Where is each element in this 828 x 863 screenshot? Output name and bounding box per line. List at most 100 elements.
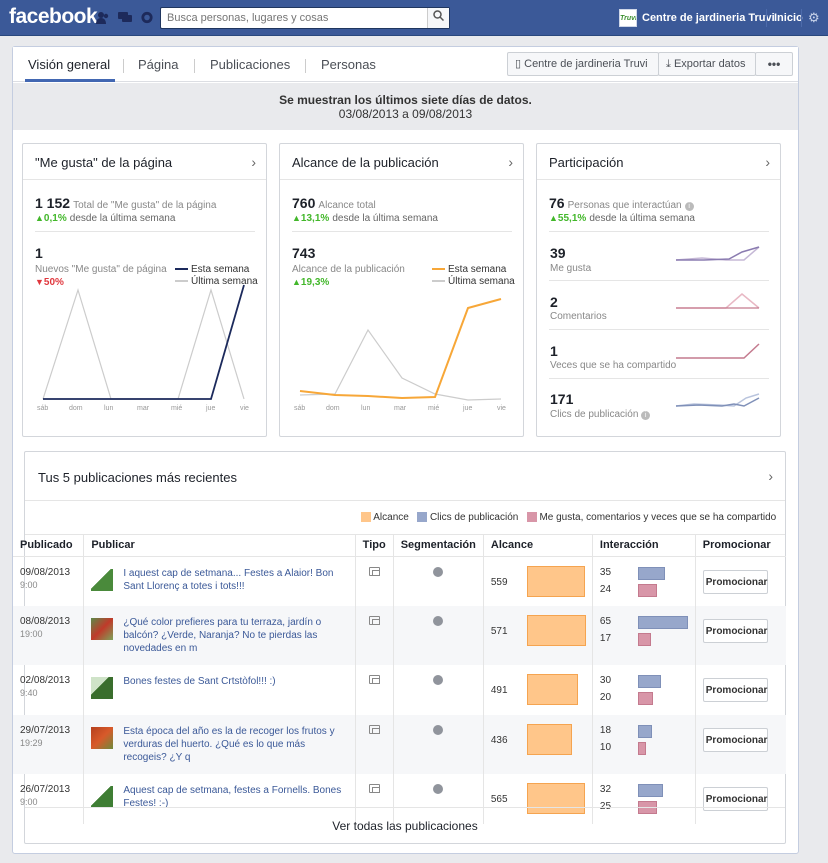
likes-metric-value: 39 [550,245,566,261]
cell-targeting [393,556,484,606]
status-type-icon [368,566,380,576]
tab-page[interactable]: Página [138,57,178,72]
public-globe-icon [433,566,444,577]
cell-type [355,665,394,715]
page-avatar[interactable]: Truvi [619,9,637,27]
post-thumbnail [91,727,114,749]
page-selector-button[interactable]: ▯ Centre de jardineria Truvi [507,52,659,76]
col-engagement[interactable]: Interacción [592,534,696,557]
col-promote[interactable]: Promocionar [695,534,786,557]
engaged-value: 76 [549,195,565,211]
post-link[interactable]: Esta época del año es la de recoger los … [91,725,347,764]
clicks-metric-label: Clics de publicación i [550,409,651,420]
post-link[interactable]: Bones festes de Sant Crtstòfol!!! :) [91,675,347,699]
post-thumbnail [91,786,114,808]
search-button[interactable] [427,8,449,28]
day-label: lun [104,405,114,412]
legend-label: Me gusta, comentarios y veces que se ha … [539,512,777,523]
post-time: 19:29 [20,738,43,748]
engagement-header[interactable]: Participación › [537,144,780,180]
engagement-bar [637,692,653,705]
page-avatar-badge: Truvi [620,15,637,22]
home-link[interactable]: Inicio [774,12,803,24]
tab-people[interactable]: Personas [321,57,376,72]
post-thumbnail [91,568,114,591]
likes-line-chart [42,284,245,400]
tab-posts[interactable]: Publicaciones [210,57,290,72]
friend-requests-icon[interactable] [96,11,110,24]
promote-button[interactable]: Promocionar [702,678,768,702]
last-week-line [299,328,502,401]
cell-engagement: 35 24 [592,556,696,606]
insights-tabs: Visión general Página Publicaciones Pers… [13,47,798,82]
legend-label: Alcance [373,512,409,523]
post-date: 09/08/2013 [20,566,71,578]
col-post[interactable]: Publicar [83,534,356,557]
notifications-globe-icon[interactable] [140,11,154,24]
view-all-posts-link[interactable]: Ver todas las publicaciones [25,807,785,843]
legend-label: Clics de publicación [429,512,519,523]
cell-post: Esta época del año es la de recoger los … [83,715,356,774]
col-published[interactable]: Publicado [13,534,85,557]
this-week-line [299,298,502,400]
clicks-value: 30 [599,675,612,686]
info-icon[interactable]: i [684,202,694,211]
chevron-right-icon[interactable]: › [768,468,773,484]
post-link[interactable]: ¿Qué color prefieres para tu terraza, ja… [91,616,347,655]
search-icon [433,10,445,22]
post-date: 29/07/2013 [20,725,71,736]
reach-value: 571 [490,626,508,637]
gear-icon[interactable]: ⚙ [808,10,820,26]
divider [549,280,769,281]
up-arrow-icon: ▲ [549,213,558,223]
post-thumbnail [91,618,114,640]
table-row: 02/08/2013 9:40 Bones festes de Sant Crtst… [13,665,786,715]
col-reach[interactable]: Alcance [483,534,593,557]
clicks-value: 65 [599,616,612,627]
table-row: 08/08/2013 19:00 ¿Qué color prefieres para… [13,606,786,665]
promote-button[interactable]: Promocionar [702,728,768,752]
info-icon[interactable]: i [641,411,651,420]
cell-published: 08/08/2013 19:00 [13,606,85,665]
date-range-title: Se muestran los últimos siete días de da… [279,93,532,107]
page-icon: ▯ [515,58,522,70]
reach-bar [526,615,586,646]
recent-posts-header[interactable]: Tus 5 publicaciones más recientes › [25,452,785,501]
day-label: mié [428,405,440,412]
day-label: sáb [294,405,306,412]
col-type[interactable]: Tipo [355,534,394,557]
clicks-metric-value: 171 [550,391,574,407]
day-label: vie [240,405,249,412]
post-link[interactable]: I aquest cap de setmana... Festes a Alai… [91,567,347,593]
promote-button[interactable]: Promocionar [702,569,768,594]
more-options-button[interactable]: ••• [755,52,793,76]
messages-icon[interactable] [118,11,132,24]
chevron-right-icon[interactable]: › [765,154,770,170]
shares-metric-value: 1 [550,343,558,359]
col-targeting[interactable]: Segmentación [393,534,484,557]
legend-swatch-reach [361,512,371,523]
clicks-bar [637,784,663,797]
search-input[interactable] [161,8,421,28]
engagement-value: 10 [599,742,612,753]
comments-metric-value: 2 [550,294,558,310]
facebook-logo[interactable]: facebook [9,5,98,29]
engaged-label: Personas que interactúan [567,200,682,211]
reach-bar [526,674,578,705]
promote-button[interactable]: Promocionar [702,619,768,643]
clicks-bar [637,616,688,629]
tab-overview[interactable]: Visión general [28,57,110,72]
divider [123,59,124,73]
profile-name-link[interactable]: Centre de jardineria Truvi [642,12,775,24]
day-label: dom [326,405,340,412]
download-icon: ⤓ [666,58,671,70]
export-data-button[interactable]: ⤓ Exportar datos [658,52,756,76]
cell-engagement: 18 10 [592,715,696,774]
divider [305,59,306,73]
post-time: 19:00 [20,629,43,639]
post-text: ¿Qué color prefieres para tu terraza, ja… [123,617,322,654]
public-globe-icon [433,784,444,794]
post-text: Aquest cap de setmana, festes a Fornells… [123,785,342,809]
cell-reach: 559 [483,556,593,606]
export-data-label: Exportar datos [673,58,746,70]
